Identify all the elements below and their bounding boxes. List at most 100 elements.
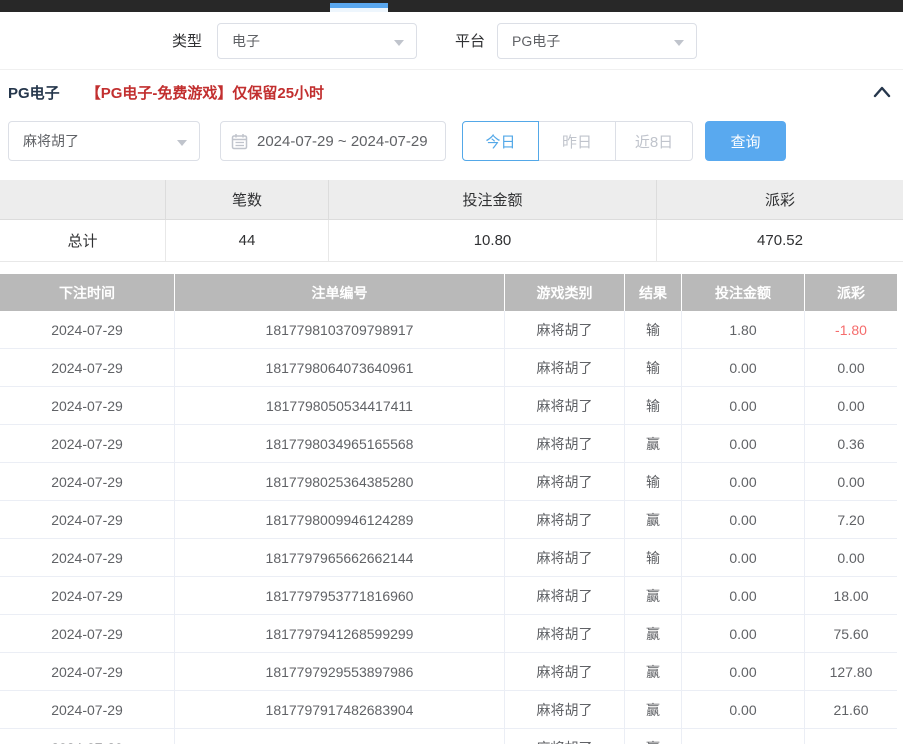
cell-bet-amount: 0.00: [682, 539, 805, 577]
cell-payout: 7.20: [805, 501, 897, 539]
table-row: 2024-07-291817798103709798917麻将胡了输1.80-1…: [0, 311, 897, 349]
cell-bet-amount: 0.00: [682, 615, 805, 653]
cell-result: 赢: [625, 425, 682, 463]
cell-payout: 0.00: [805, 463, 897, 501]
table-row: 2024-07-291817798050534417411麻将胡了输0.000.…: [0, 387, 897, 425]
summary-total-count: 44: [166, 220, 329, 262]
cell-bet-amount: [682, 729, 805, 744]
cell-bet-time: 2024-07-29: [0, 577, 175, 615]
date-range-input[interactable]: 2024-07-29 ~ 2024-07-29: [220, 121, 446, 161]
cell-bet-id: 1817798050534417411: [175, 387, 505, 425]
table-row: 2024-07-291817797917482683904麻将胡了赢0.0021…: [0, 691, 897, 729]
type-label: 类型: [172, 30, 202, 51]
cell-bet-id: 1817798034965165568: [175, 425, 505, 463]
cell-bet-id: 1817798025364385280: [175, 463, 505, 501]
table-row: 2024-07-291817797965662662144麻将胡了输0.000.…: [0, 539, 897, 577]
calendar-icon: [231, 133, 248, 154]
table-row: 2024-07-291817797929553897986麻将胡了赢0.0012…: [0, 653, 897, 691]
cell-payout: -1.80: [805, 311, 897, 349]
today-button[interactable]: 今日: [462, 121, 539, 161]
cell-bet-amount: 0.00: [682, 463, 805, 501]
header-bet-id: 注单编号: [175, 274, 505, 311]
chevron-down-icon: [177, 140, 187, 146]
cell-bet-time: 2024-07-29: [0, 729, 175, 744]
cell-result: 赢: [625, 577, 682, 615]
cell-bet-amount: 0.00: [682, 387, 805, 425]
cell-payout: [805, 729, 897, 744]
search-button[interactable]: 查询: [705, 121, 786, 161]
cell-bet-time: 2024-07-29: [0, 463, 175, 501]
cell-bet-id: 1817798009946124289: [175, 501, 505, 539]
cell-payout: 0.00: [805, 349, 897, 387]
cell-payout: 0.00: [805, 539, 897, 577]
cell-bet-id: 1817798103709798917: [175, 311, 505, 349]
cell-payout: 21.60: [805, 691, 897, 729]
table-row: 2024-07-291817798034965165568麻将胡了赢0.000.…: [0, 425, 897, 463]
collapse-button[interactable]: [871, 82, 893, 102]
cell-bet-id: [175, 729, 505, 744]
cell-result: 赢: [625, 653, 682, 691]
cell-game-category: 麻将胡了: [505, 425, 625, 463]
cell-result: 输: [625, 387, 682, 425]
header-bet-time: 下注时间: [0, 274, 175, 311]
cell-result: 输: [625, 463, 682, 501]
cell-bet-amount: 1.80: [682, 311, 805, 349]
section-title: PG电子: [8, 82, 60, 103]
bet-records-table: 下注时间 注单编号 游戏类别 结果 投注金额 派彩 2024-07-291817…: [0, 274, 897, 744]
cell-bet-amount: 0.00: [682, 501, 805, 539]
cell-result: 输: [625, 539, 682, 577]
cell-bet-id: 1817797929553897986: [175, 653, 505, 691]
type-select[interactable]: 电子: [217, 23, 417, 59]
section-notice: 【PG电子-免费游戏】仅保留25小时: [86, 82, 324, 103]
cell-bet-time: 2024-07-29: [0, 349, 175, 387]
table-row: 2024-07-29麻将胡了赢: [0, 729, 897, 744]
yesterday-button[interactable]: 昨日: [539, 121, 616, 161]
section-header: PG电子 【PG电子-免费游戏】仅保留25小时: [0, 80, 903, 104]
game-select[interactable]: 麻将胡了: [8, 121, 200, 161]
platform-select[interactable]: PG电子: [497, 23, 697, 59]
cell-bet-time: 2024-07-29: [0, 501, 175, 539]
cell-game-category: 麻将胡了: [505, 539, 625, 577]
summary-header-payout: 派彩: [657, 180, 903, 220]
cell-payout: 0.00: [805, 387, 897, 425]
cell-bet-id: 1817797965662662144: [175, 539, 505, 577]
cell-bet-id: 1817797917482683904: [175, 691, 505, 729]
active-tab-indicator[interactable]: [330, 3, 388, 12]
cell-game-category: 麻将胡了: [505, 691, 625, 729]
cell-bet-time: 2024-07-29: [0, 691, 175, 729]
game-select-value: 麻将胡了: [23, 131, 79, 151]
cell-payout: 75.60: [805, 615, 897, 653]
platform-select-value: PG电子: [512, 31, 560, 51]
cell-bet-time: 2024-07-29: [0, 615, 175, 653]
cell-result: 输: [625, 349, 682, 387]
header-payout: 派彩: [805, 274, 897, 311]
summary-table: 笔数 投注金额 派彩 总计 44 10.80 470.52: [0, 180, 903, 262]
summary-total-bet-amount: 10.80: [329, 220, 657, 262]
cell-bet-amount: 0.00: [682, 691, 805, 729]
cell-result: 赢: [625, 615, 682, 653]
table-row: 2024-07-291817798025364385280麻将胡了输0.000.…: [0, 463, 897, 501]
chevron-down-icon: [674, 40, 684, 46]
header-game-category: 游戏类别: [505, 274, 625, 311]
cell-bet-time: 2024-07-29: [0, 387, 175, 425]
quick-range-button-group: 今日 昨日 近8日: [462, 121, 693, 161]
cell-bet-id: 1817797953771816960: [175, 577, 505, 615]
cell-result: 输: [625, 311, 682, 349]
last-8-days-button[interactable]: 近8日: [616, 121, 693, 161]
cell-bet-amount: 0.00: [682, 577, 805, 615]
header-result: 结果: [625, 274, 682, 311]
cell-result: 赢: [625, 501, 682, 539]
cell-bet-time: 2024-07-29: [0, 311, 175, 349]
cell-game-category: 麻将胡了: [505, 501, 625, 539]
cell-bet-amount: 0.00: [682, 653, 805, 691]
date-range-value: 2024-07-29 ~ 2024-07-29: [257, 133, 428, 150]
summary-header-count: 笔数: [166, 180, 329, 220]
summary-total-label: 总计: [0, 220, 166, 262]
browser-tab-strip: [0, 0, 903, 12]
cell-payout: 18.00: [805, 577, 897, 615]
platform-label: 平台: [455, 30, 485, 51]
summary-header-bet-amount: 投注金额: [329, 180, 657, 220]
summary-header-blank: [0, 180, 166, 220]
cell-result: 赢: [625, 729, 682, 744]
cell-payout: 127.80: [805, 653, 897, 691]
